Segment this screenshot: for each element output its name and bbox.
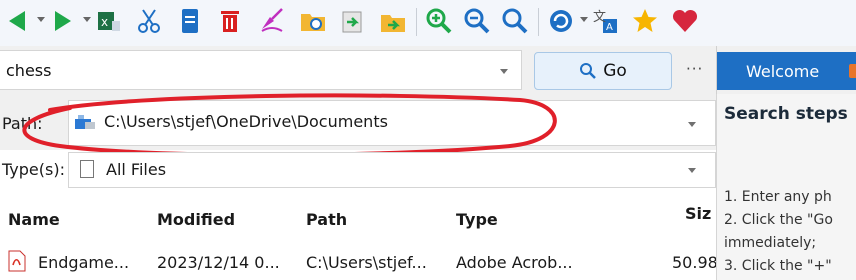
- type-label: Type(s):: [2, 160, 65, 179]
- step-text: immediately;: [724, 235, 817, 251]
- column-header-path[interactable]: Path: [306, 210, 347, 229]
- heart-icon[interactable]: [670, 6, 700, 36]
- toolbar: x A文: [0, 0, 856, 46]
- panel-title: Search steps: [724, 104, 848, 124]
- refresh-icon[interactable]: [546, 6, 576, 36]
- search-icon[interactable]: [500, 6, 530, 36]
- step-text: 2. Click the "Go: [724, 212, 833, 228]
- forward-arrow-icon[interactable]: [48, 6, 78, 36]
- cell-type: Adobe Acrob...: [456, 253, 573, 272]
- document-icon[interactable]: [175, 6, 205, 36]
- search-icon: [580, 63, 597, 79]
- column-header-type[interactable]: Type: [456, 210, 498, 229]
- tab-welcome[interactable]: Welcome: [716, 52, 856, 90]
- svg-text:x: x: [101, 15, 108, 29]
- search-input[interactable]: [6, 59, 486, 81]
- step-text: 1. Enter any ph: [724, 189, 832, 205]
- column-header-name[interactable]: Name: [8, 210, 60, 229]
- pdf-file-icon: [8, 250, 26, 272]
- svg-text:文: 文: [593, 10, 606, 25]
- zoom-in-icon[interactable]: [424, 6, 454, 36]
- path-dropdown-icon[interactable]: [688, 122, 696, 127]
- annotation-ellipse: [22, 93, 557, 157]
- svg-text:A: A: [606, 22, 613, 33]
- tab-close-icon[interactable]: [849, 64, 856, 78]
- import-icon[interactable]: [338, 6, 368, 36]
- go-label: Go: [603, 61, 627, 81]
- search-history-dropdown-icon[interactable]: [500, 69, 508, 74]
- more-button[interactable]: ···: [686, 60, 703, 78]
- chevron-down-icon[interactable]: [83, 17, 91, 22]
- cell-size: 50.98: [672, 253, 718, 272]
- excel-icon[interactable]: x: [94, 6, 124, 36]
- cut-icon[interactable]: [134, 6, 164, 36]
- search-box[interactable]: [0, 50, 522, 90]
- column-header-size[interactable]: Siz: [685, 204, 711, 223]
- results-header: [0, 198, 716, 242]
- clear-icon[interactable]: [257, 6, 287, 36]
- zoom-out-icon[interactable]: [462, 6, 492, 36]
- file-icon: [80, 160, 94, 178]
- column-header-modified[interactable]: Modified: [157, 210, 235, 229]
- go-button[interactable]: Go: [534, 52, 672, 90]
- cell-modified: 2023/12/14 0...: [157, 253, 280, 272]
- translate-icon[interactable]: A文: [590, 6, 620, 36]
- chevron-down-icon[interactable]: [580, 17, 588, 22]
- star-icon[interactable]: [630, 6, 660, 36]
- type-value: All Files: [106, 160, 167, 179]
- delete-icon[interactable]: [215, 6, 245, 36]
- back-arrow-icon[interactable]: [2, 6, 32, 36]
- type-dropdown-icon[interactable]: [688, 168, 696, 173]
- chevron-down-icon[interactable]: [37, 17, 45, 22]
- cell-name: Endgame...: [38, 253, 130, 272]
- tab-welcome-label: Welcome: [746, 61, 820, 81]
- export-icon[interactable]: [378, 6, 408, 36]
- cell-path: C:\Users\stjef...: [306, 253, 427, 272]
- folder-search-icon[interactable]: [298, 6, 328, 36]
- step-text: 3. Click the "+": [724, 258, 832, 274]
